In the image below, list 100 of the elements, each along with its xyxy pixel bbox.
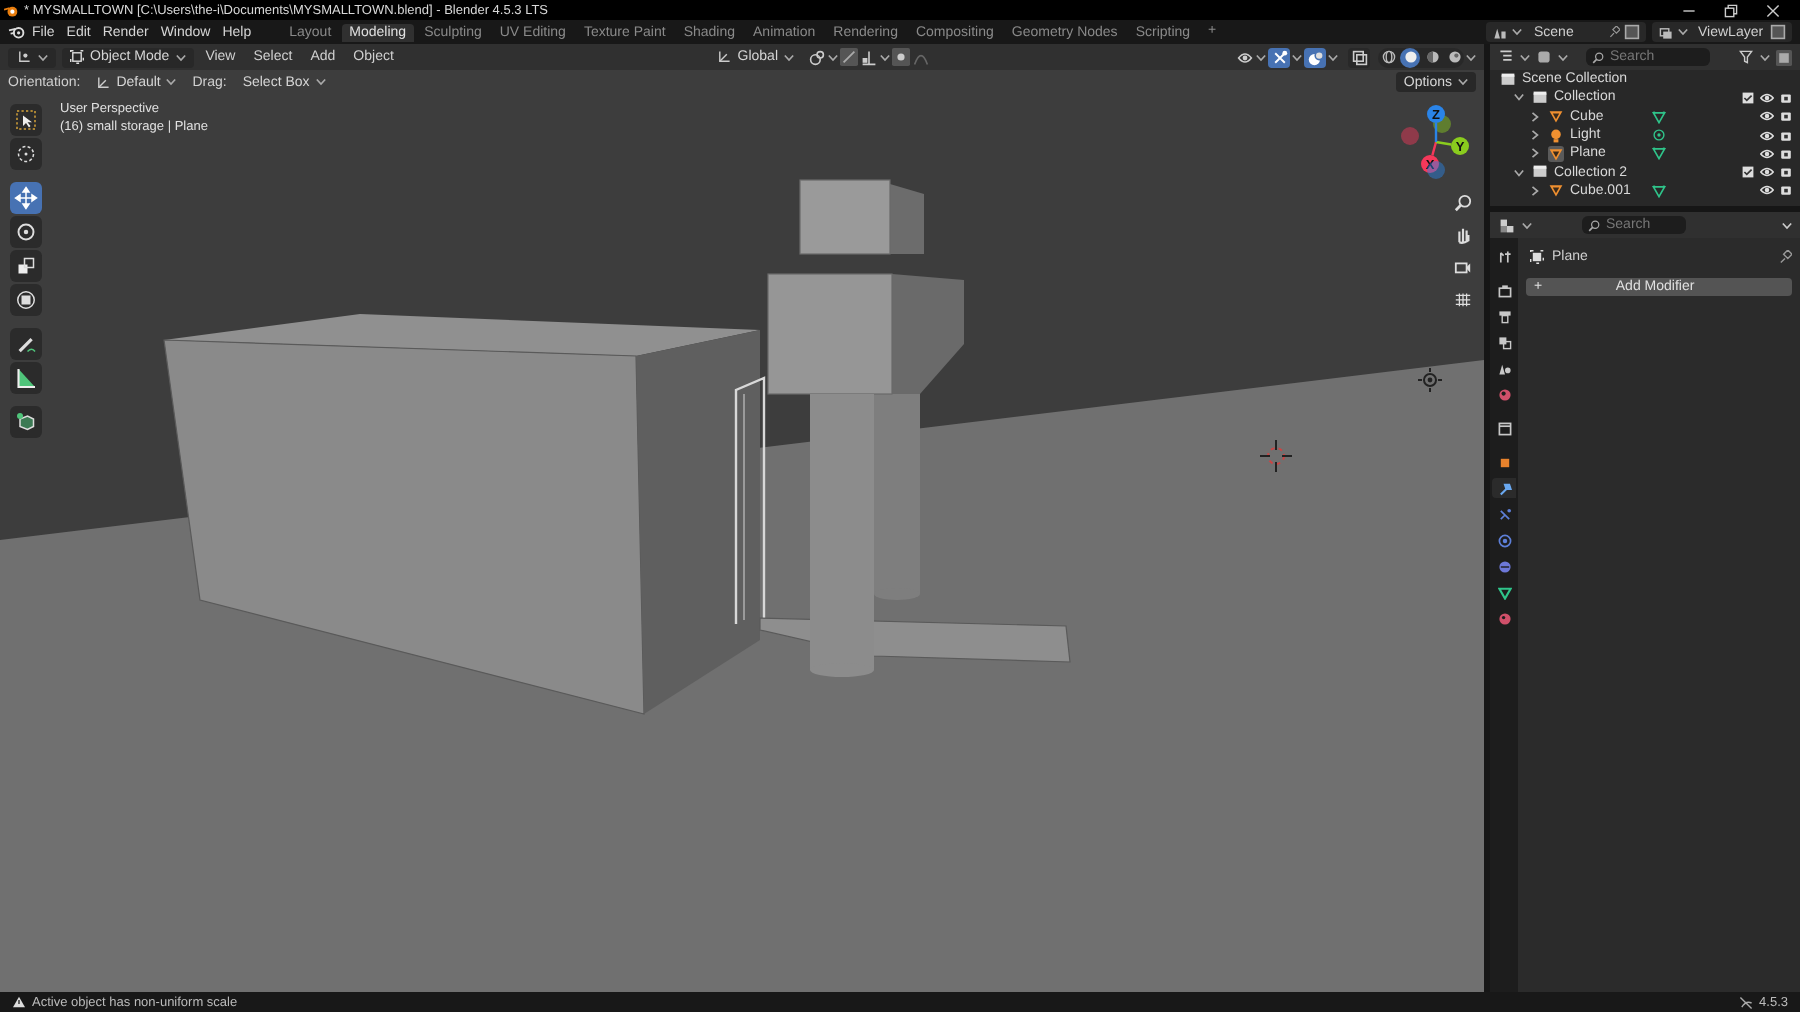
render-tab-icon[interactable] [1497,283,1511,297]
collection-tab-icon[interactable] [1497,421,1511,435]
zoom-icon[interactable] [1454,194,1472,212]
eye-icon[interactable] [1760,147,1774,160]
caret-icon [1512,28,1522,36]
measure-tool-button[interactable] [10,362,42,394]
mesh-data-icon[interactable] [1652,183,1666,198]
caret-icon [1328,53,1338,61]
eye-icon[interactable] [1760,184,1774,197]
object-tab-icon[interactable] [1497,455,1511,469]
material-tab-icon[interactable] [1497,611,1511,625]
caret-icon [1782,221,1792,229]
proportional-edit-icon[interactable] [892,48,910,66]
scale-tool-button[interactable] [10,250,42,282]
tool-tab-icon[interactable] [1497,249,1511,263]
restore-icon[interactable] [1724,3,1738,17]
close-icon[interactable] [1766,3,1780,17]
wireframe-shading-icon[interactable] [1381,50,1395,64]
door-frame-drawing[interactable] [734,376,766,624]
light-icon[interactable] [1417,367,1443,393]
editor-type-icon[interactable] [1498,217,1516,233]
copy-icon [1624,24,1640,40]
light-data-icon[interactable] [1652,128,1666,143]
scale-icon [14,254,38,278]
mesh-data-icon[interactable] [1652,109,1666,124]
box-drawing[interactable] [163,314,760,715]
snap-icon[interactable] [840,48,858,66]
physics-tab-icon[interactable] [1497,533,1511,547]
solid-shading-icon[interactable] [1403,50,1417,64]
falloff-icon [912,49,930,65]
eye-icon[interactable] [1760,91,1774,104]
transform-icon [14,288,38,312]
pin-icon [1608,26,1620,38]
caret-icon [880,53,890,61]
annotate-tool-button[interactable] [10,328,42,360]
checkbox-icon[interactable] [1742,91,1754,104]
constraints-tab-icon[interactable] [1497,559,1511,573]
caret-icon [1678,28,1688,36]
editor-type-icon[interactable] [1498,50,1514,64]
expanded-caret-icon[interactable] [1514,167,1524,178]
caret-icon [1520,53,1530,61]
caret-icon [1256,53,1266,61]
cursor-icon [14,142,38,166]
expanded-caret-icon[interactable] [1514,92,1524,103]
scene-tab-icon[interactable] [1497,361,1511,375]
eye-icon[interactable] [1760,129,1774,142]
mesh-data-icon[interactable] [1652,146,1666,161]
collapsed-caret-icon[interactable] [1530,111,1540,122]
orientation-icon [715,50,732,64]
particles-tab-icon[interactable] [1497,507,1511,521]
overlays-icon[interactable] [1307,49,1323,65]
xray-icon[interactable] [1351,49,1367,65]
output-tab-icon[interactable] [1497,309,1511,323]
blender-logo-icon[interactable] [8,24,26,40]
new-collection-icon[interactable] [1776,49,1792,65]
figure-drawing[interactable] [767,179,964,677]
camera-icon[interactable] [1780,110,1792,123]
search-icon [1588,219,1600,231]
snap-target-icon[interactable] [860,49,878,65]
camera-icon[interactable] [1780,184,1792,197]
camera-icon[interactable] [1780,166,1792,179]
rendered-shading-icon[interactable] [1447,50,1461,64]
visibility-icon[interactable] [1236,49,1254,65]
grid-icon[interactable] [1454,290,1472,308]
checkbox-icon[interactable] [1742,166,1754,179]
move-icon [14,186,38,210]
gizmo-icon[interactable] [1271,49,1287,65]
camera-icon[interactable] [1780,129,1792,142]
hand-icon[interactable] [1454,226,1472,244]
3d-cursor-icon[interactable] [1259,439,1293,473]
collapsed-caret-icon[interactable] [1530,130,1540,141]
orientation-icon [96,75,111,89]
collapsed-caret-icon[interactable] [1530,148,1540,159]
scene-icon [1492,25,1508,39]
add-cube-tool-button[interactable] [10,406,42,438]
rotate-tool-button[interactable] [10,216,42,248]
cursor-tool-button[interactable] [10,138,42,170]
pivot-icon[interactable] [808,49,826,65]
filter-icon[interactable] [1738,50,1754,64]
view-layer-tab-icon[interactable] [1497,335,1511,349]
caret-icon [38,53,48,61]
caret-icon [166,78,177,86]
world-tab-icon[interactable] [1497,387,1511,401]
eye-icon[interactable] [1760,110,1774,123]
add-cube-icon [14,410,38,434]
select-tool-button[interactable] [10,104,42,136]
scene-icon [1499,71,1515,88]
pin-icon[interactable] [1778,249,1792,263]
editor-type-button[interactable] [8,47,56,67]
modifier-tab-icon[interactable] [1497,481,1511,495]
camera-icon[interactable] [1780,91,1792,104]
camera-icon[interactable] [1454,258,1472,276]
material-shading-icon[interactable] [1425,50,1439,64]
move-tool-button[interactable] [10,182,42,214]
eye-icon[interactable] [1760,166,1774,179]
transform-tool-button[interactable] [10,284,42,316]
camera-icon[interactable] [1780,147,1792,160]
display-mode-icon[interactable] [1536,50,1552,64]
data-tab-icon[interactable] [1497,585,1511,599]
collapsed-caret-icon[interactable] [1530,185,1540,196]
